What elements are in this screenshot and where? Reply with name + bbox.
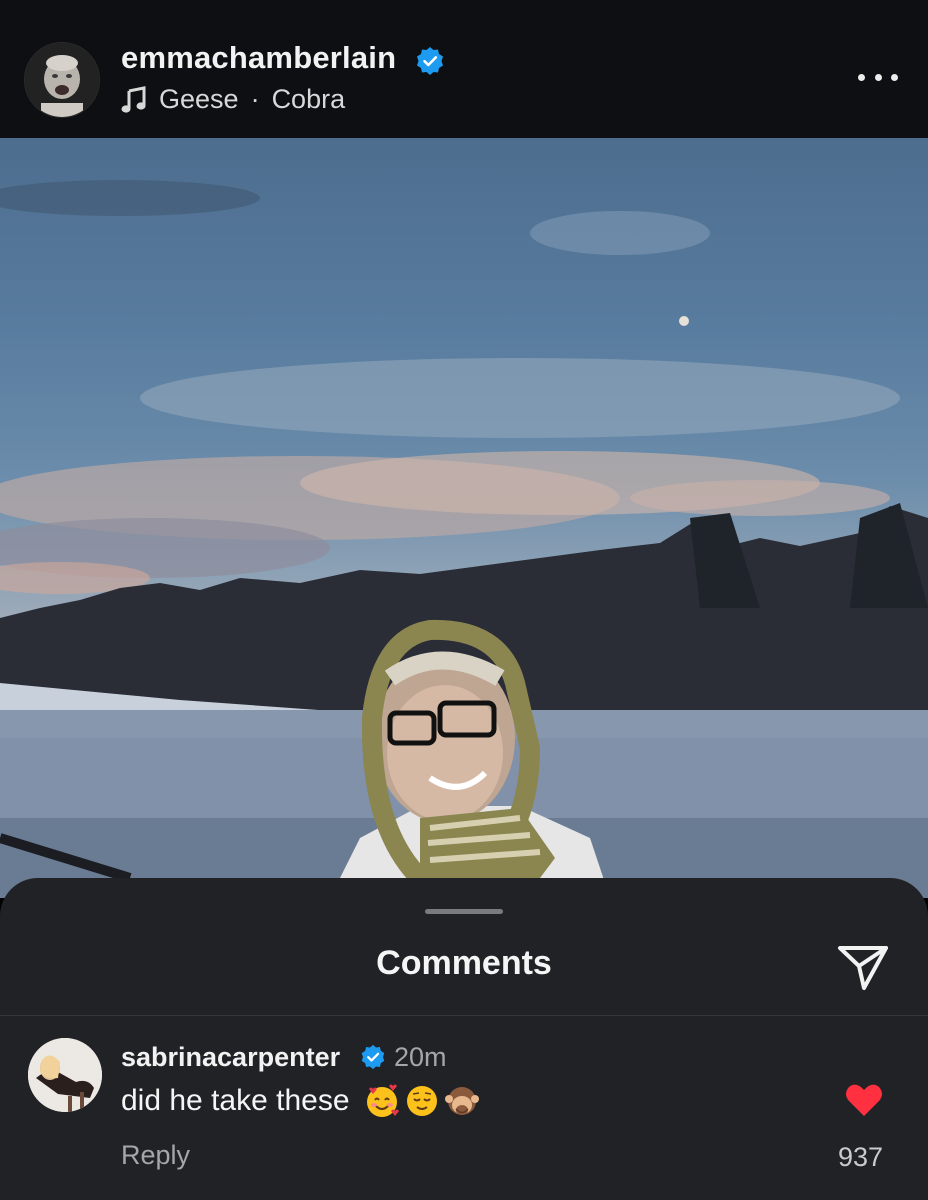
heart-icon[interactable]	[844, 1082, 884, 1118]
sheet-divider	[0, 1015, 928, 1016]
relieved-face-icon	[406, 1086, 437, 1116]
more-options-button[interactable]	[858, 62, 898, 92]
sheet-grabber-handle[interactable]	[425, 909, 503, 914]
see-no-evil-monkey-icon	[444, 1087, 479, 1115]
music-song: Cobra	[271, 84, 346, 114]
comments-sheet: Comments sabrinacarpenter 20m did he tak…	[0, 878, 928, 1200]
commenter-username[interactable]: sabrinacarpenter	[121, 1042, 340, 1073]
comment-timestamp: 20m	[394, 1042, 447, 1072]
paper-plane-icon[interactable]	[834, 938, 892, 994]
post-photo[interactable]	[0, 138, 928, 898]
music-note-icon	[121, 85, 146, 113]
verified-badge-icon	[361, 1044, 385, 1070]
music-attribution[interactable]: Geese · Cobra	[121, 84, 345, 115]
music-artist: Geese	[159, 84, 239, 114]
comments-title: Comments	[376, 944, 552, 982]
comment-text: did he take these	[121, 1084, 350, 1117]
commenter-avatar[interactable]	[28, 1038, 102, 1112]
like-count: 937	[838, 1142, 884, 1172]
reply-button[interactable]: Reply	[121, 1140, 190, 1171]
comment-text-line: did he take these	[121, 1083, 480, 1119]
author-avatar[interactable]	[24, 42, 100, 118]
author-username[interactable]: emmachamberlain	[121, 40, 396, 76]
smiling-face-with-hearts-icon	[366, 1084, 399, 1117]
more-horizontal-icon	[858, 73, 865, 81]
music-separator: ·	[250, 84, 260, 114]
post-header: emmachamberlain Geese · Cobra	[0, 0, 928, 138]
verified-badge-icon	[417, 47, 443, 75]
